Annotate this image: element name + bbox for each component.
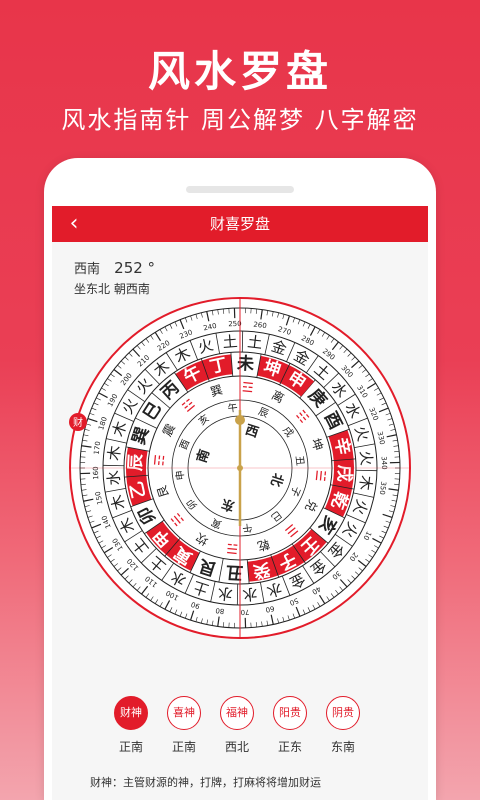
god-selector: 财神 正南 喜神 正南 福神 西北 阳贵 正东 阴贵 东南 — [52, 696, 428, 756]
god-button-fortune[interactable]: 福神 — [220, 696, 254, 730]
branch-label: 丑 — [293, 455, 305, 466]
god-button-joy[interactable]: 喜神 — [167, 696, 201, 730]
hero-subtitle: 风水指南针 周公解梦 八字解密 — [61, 106, 419, 134]
mountain-label: 辰 — [126, 453, 147, 472]
branch-label: 午 — [227, 401, 239, 415]
trigram-label: ☶ — [152, 454, 168, 467]
nav-bar: ‹ 财喜罗盘 — [52, 206, 428, 242]
element-label: 水 — [242, 585, 258, 604]
needle-pivot — [237, 465, 243, 471]
god-item-joy[interactable]: 喜神 正南 — [161, 696, 207, 755]
god-button-yang-noble[interactable]: 阳贵 — [273, 696, 307, 730]
compass-dial[interactable]: 1020304050607080901001101201301401501601… — [68, 296, 412, 640]
god-item-yang-noble[interactable]: 阳贵 正东 — [267, 696, 313, 755]
element-label: 木 — [105, 445, 125, 462]
god-direction-joy: 正南 — [171, 740, 196, 754]
direction-readout: 西南 252 ° — [74, 258, 155, 277]
god-direction-yin-noble: 东南 — [330, 740, 355, 754]
degree-label: 80 — [215, 606, 225, 615]
hero-title: 风水罗盘 — [147, 47, 332, 96]
mountain-label: 未 — [235, 353, 254, 375]
branch-label: 午 — [242, 521, 254, 535]
element-label: 水 — [104, 470, 123, 486]
trigram-label: ☲ — [241, 380, 254, 396]
phone-frame: ‹ 财喜罗盘 西南 252 ° 坐东北 朝西南 10 20 30 40 50 60 70 80… — [44, 158, 436, 800]
god-item-wealth[interactable]: 财神 正南 — [108, 696, 154, 755]
god-direction-fortune: 西北 — [224, 740, 249, 754]
footnote: 财神：主管财源的神，打牌，打麻将将增加财运 — [90, 776, 321, 789]
element-label: 土 — [222, 332, 238, 351]
app-screen: ‹ 财喜罗盘 西南 252 ° 坐东北 朝西南 10 20 30 40 50 60 70 80… — [52, 206, 428, 800]
needle-tip — [235, 415, 245, 425]
god-item-fortune[interactable]: 福神 西北 — [214, 696, 260, 755]
phone-speaker — [186, 186, 294, 193]
facing-text: 坐东北 朝西南 — [74, 282, 150, 296]
element-label: 土 — [246, 333, 263, 353]
god-item-yin-noble[interactable]: 阴贵 东南 — [320, 696, 366, 755]
trigram-label: ☴ — [226, 540, 239, 556]
mountain-label: 丑 — [226, 561, 244, 582]
element-label: 水 — [217, 584, 234, 604]
page-title: 财喜罗盘 — [209, 215, 270, 233]
god-button-wealth[interactable]: 财神 — [114, 696, 148, 730]
god-button-yin-noble[interactable]: 阴贵 — [326, 696, 360, 730]
element-label: 木 — [356, 474, 376, 491]
wealth-marker-label: 财 — [73, 416, 83, 429]
degree-text: 252 ° — [114, 259, 156, 277]
direction-text: 西南 — [74, 262, 101, 277]
god-direction-yang-noble: 正东 — [277, 740, 302, 754]
mountain-label: 戌 — [333, 464, 355, 482]
trigram-label: ☱ — [312, 469, 328, 482]
branch-label: 申 — [173, 470, 187, 482]
god-direction-wealth: 正南 — [118, 740, 143, 754]
degree-label: 70 — [240, 608, 249, 616]
element-label: 火 — [357, 450, 376, 466]
